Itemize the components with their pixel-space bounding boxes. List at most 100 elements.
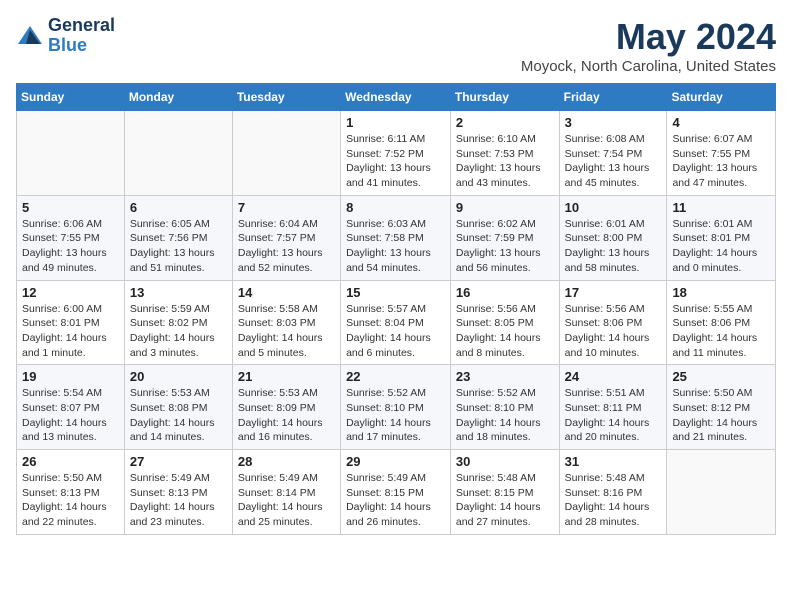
logo-line1: General: [48, 16, 115, 36]
calendar-day-cell: 23 Sunrise: 5:52 AM Sunset: 8:10 PM Dayli…: [450, 365, 559, 450]
day-number: 16: [456, 285, 554, 300]
weekday-header: Saturday: [667, 84, 776, 111]
calendar-day-cell: 21 Sunrise: 5:53 AM Sunset: 8:09 PM Dayli…: [232, 365, 340, 450]
weekday-header: Sunday: [17, 84, 125, 111]
calendar-day-cell: 31 Sunrise: 5:48 AM Sunset: 8:16 PM Dayli…: [559, 450, 667, 535]
day-info: Sunrise: 6:10 AM Sunset: 7:53 PM Dayligh…: [456, 132, 554, 191]
calendar-day-cell: 20 Sunrise: 5:53 AM Sunset: 8:08 PM Dayli…: [124, 365, 232, 450]
day-number: 5: [22, 200, 119, 215]
location: Moyock, North Carolina, United States: [521, 58, 776, 75]
day-info: Sunrise: 6:03 AM Sunset: 7:58 PM Dayligh…: [346, 217, 445, 276]
day-info: Sunrise: 5:53 AM Sunset: 8:09 PM Dayligh…: [238, 386, 335, 445]
day-number: 19: [22, 369, 119, 384]
calendar-day-cell: 27 Sunrise: 5:49 AM Sunset: 8:13 PM Dayli…: [124, 450, 232, 535]
day-number: 23: [456, 369, 554, 384]
calendar-day-cell: 6 Sunrise: 6:05 AM Sunset: 7:56 PM Daylig…: [124, 195, 232, 280]
day-info: Sunrise: 5:54 AM Sunset: 8:07 PM Dayligh…: [22, 386, 119, 445]
calendar-day-cell: [232, 111, 340, 196]
calendar-day-cell: 12Sunrise: 6:00 AM Sunset: 8:01 PM Dayli…: [17, 280, 125, 365]
day-info: Sunrise: 6:02 AM Sunset: 7:59 PM Dayligh…: [456, 217, 554, 276]
day-info: Sunrise: 6:04 AM Sunset: 7:57 PM Dayligh…: [238, 217, 335, 276]
day-number: 25: [672, 369, 770, 384]
calendar-day-cell: 8 Sunrise: 6:03 AM Sunset: 7:58 PM Daylig…: [341, 195, 451, 280]
day-number: 30: [456, 454, 554, 469]
day-number: 27: [130, 454, 227, 469]
weekday-header: Friday: [559, 84, 667, 111]
calendar-day-cell: [124, 111, 232, 196]
weekday-header: Monday: [124, 84, 232, 111]
calendar-day-cell: 11Sunrise: 6:01 AM Sunset: 8:01 PM Dayli…: [667, 195, 776, 280]
calendar-day-cell: 16Sunrise: 5:56 AM Sunset: 8:05 PM Dayli…: [450, 280, 559, 365]
calendar-day-cell: [17, 111, 125, 196]
day-info: Sunrise: 5:55 AM Sunset: 8:06 PM Dayligh…: [672, 302, 770, 361]
day-number: 26: [22, 454, 119, 469]
calendar-day-cell: 9 Sunrise: 6:02 AM Sunset: 7:59 PM Daylig…: [450, 195, 559, 280]
day-info: Sunrise: 5:52 AM Sunset: 8:10 PM Dayligh…: [346, 386, 445, 445]
calendar-day-cell: 29 Sunrise: 5:49 AM Sunset: 8:15 PM Dayli…: [341, 450, 451, 535]
day-number: 9: [456, 200, 554, 215]
day-number: 18: [672, 285, 770, 300]
day-number: 2: [456, 115, 554, 130]
day-number: 11: [672, 200, 770, 215]
day-info: Sunrise: 5:56 AM Sunset: 8:06 PM Dayligh…: [565, 302, 662, 361]
calendar-day-cell: 1 Sunrise: 6:11 AM Sunset: 7:52 PM Daylig…: [341, 111, 451, 196]
calendar-day-cell: 19 Sunrise: 5:54 AM Sunset: 8:07 PM Dayli…: [17, 365, 125, 450]
calendar-day-cell: 15Sunrise: 5:57 AM Sunset: 8:04 PM Dayli…: [341, 280, 451, 365]
weekday-header: Thursday: [450, 84, 559, 111]
calendar-day-cell: 28Sunrise: 5:49 AM Sunset: 8:14 PM Dayli…: [232, 450, 340, 535]
day-number: 29: [346, 454, 445, 469]
calendar-day-cell: 14 Sunrise: 5:58 AM Sunset: 8:03 PM Dayli…: [232, 280, 340, 365]
day-info: Sunrise: 5:52 AM Sunset: 8:10 PM Dayligh…: [456, 386, 554, 445]
calendar-week-row: 12Sunrise: 6:00 AM Sunset: 8:01 PM Dayli…: [17, 280, 776, 365]
day-number: 7: [238, 200, 335, 215]
calendar-week-row: 5 Sunrise: 6:06 AM Sunset: 7:55 PM Daylig…: [17, 195, 776, 280]
logo-text: General Blue: [48, 16, 115, 56]
day-info: Sunrise: 5:57 AM Sunset: 8:04 PM Dayligh…: [346, 302, 445, 361]
calendar-body: 1 Sunrise: 6:11 AM Sunset: 7:52 PM Daylig…: [17, 111, 776, 535]
day-number: 20: [130, 369, 227, 384]
calendar-day-cell: 5 Sunrise: 6:06 AM Sunset: 7:55 PM Daylig…: [17, 195, 125, 280]
day-number: 14: [238, 285, 335, 300]
logo-icon: [16, 22, 44, 50]
day-number: 22: [346, 369, 445, 384]
logo: General Blue: [16, 16, 115, 56]
calendar-day-cell: 10 Sunrise: 6:01 AM Sunset: 8:00 PM Dayli…: [559, 195, 667, 280]
calendar-table: SundayMondayTuesdayWednesdayThursdayFrid…: [16, 83, 776, 535]
day-number: 8: [346, 200, 445, 215]
month-title: May 2024: [521, 16, 776, 58]
calendar-day-cell: 22 Sunrise: 5:52 AM Sunset: 8:10 PM Dayli…: [341, 365, 451, 450]
day-info: Sunrise: 5:58 AM Sunset: 8:03 PM Dayligh…: [238, 302, 335, 361]
calendar-week-row: 26 Sunrise: 5:50 AM Sunset: 8:13 PM Dayli…: [17, 450, 776, 535]
calendar-day-cell: 3Sunrise: 6:08 AM Sunset: 7:54 PM Daylig…: [559, 111, 667, 196]
day-info: Sunrise: 5:53 AM Sunset: 8:08 PM Dayligh…: [130, 386, 227, 445]
title-block: May 2024 Moyock, North Carolina, United …: [521, 16, 776, 75]
day-info: Sunrise: 6:07 AM Sunset: 7:55 PM Dayligh…: [672, 132, 770, 191]
day-number: 31: [565, 454, 662, 469]
day-info: Sunrise: 6:06 AM Sunset: 7:55 PM Dayligh…: [22, 217, 119, 276]
day-number: 13: [130, 285, 227, 300]
day-info: Sunrise: 5:50 AM Sunset: 8:12 PM Dayligh…: [672, 386, 770, 445]
day-info: Sunrise: 6:11 AM Sunset: 7:52 PM Dayligh…: [346, 132, 445, 191]
calendar-day-cell: 4Sunrise: 6:07 AM Sunset: 7:55 PM Daylig…: [667, 111, 776, 196]
day-info: Sunrise: 5:48 AM Sunset: 8:16 PM Dayligh…: [565, 471, 662, 530]
day-info: Sunrise: 5:50 AM Sunset: 8:13 PM Dayligh…: [22, 471, 119, 530]
calendar-day-cell: 13Sunrise: 5:59 AM Sunset: 8:02 PM Dayli…: [124, 280, 232, 365]
day-info: Sunrise: 5:49 AM Sunset: 8:15 PM Dayligh…: [346, 471, 445, 530]
day-number: 1: [346, 115, 445, 130]
weekday-header: Wednesday: [341, 84, 451, 111]
calendar-day-cell: 17Sunrise: 5:56 AM Sunset: 8:06 PM Dayli…: [559, 280, 667, 365]
day-number: 6: [130, 200, 227, 215]
day-number: 10: [565, 200, 662, 215]
day-number: 24: [565, 369, 662, 384]
day-info: Sunrise: 6:05 AM Sunset: 7:56 PM Dayligh…: [130, 217, 227, 276]
calendar-week-row: 1 Sunrise: 6:11 AM Sunset: 7:52 PM Daylig…: [17, 111, 776, 196]
calendar-day-cell: 30Sunrise: 5:48 AM Sunset: 8:15 PM Dayli…: [450, 450, 559, 535]
day-number: 21: [238, 369, 335, 384]
calendar-day-cell: 24Sunrise: 5:51 AM Sunset: 8:11 PM Dayli…: [559, 365, 667, 450]
calendar-day-cell: 26 Sunrise: 5:50 AM Sunset: 8:13 PM Dayli…: [17, 450, 125, 535]
calendar-day-cell: [667, 450, 776, 535]
calendar-day-cell: 18 Sunrise: 5:55 AM Sunset: 8:06 PM Dayli…: [667, 280, 776, 365]
day-info: Sunrise: 5:49 AM Sunset: 8:14 PM Dayligh…: [238, 471, 335, 530]
day-info: Sunrise: 6:01 AM Sunset: 8:00 PM Dayligh…: [565, 217, 662, 276]
day-info: Sunrise: 5:49 AM Sunset: 8:13 PM Dayligh…: [130, 471, 227, 530]
